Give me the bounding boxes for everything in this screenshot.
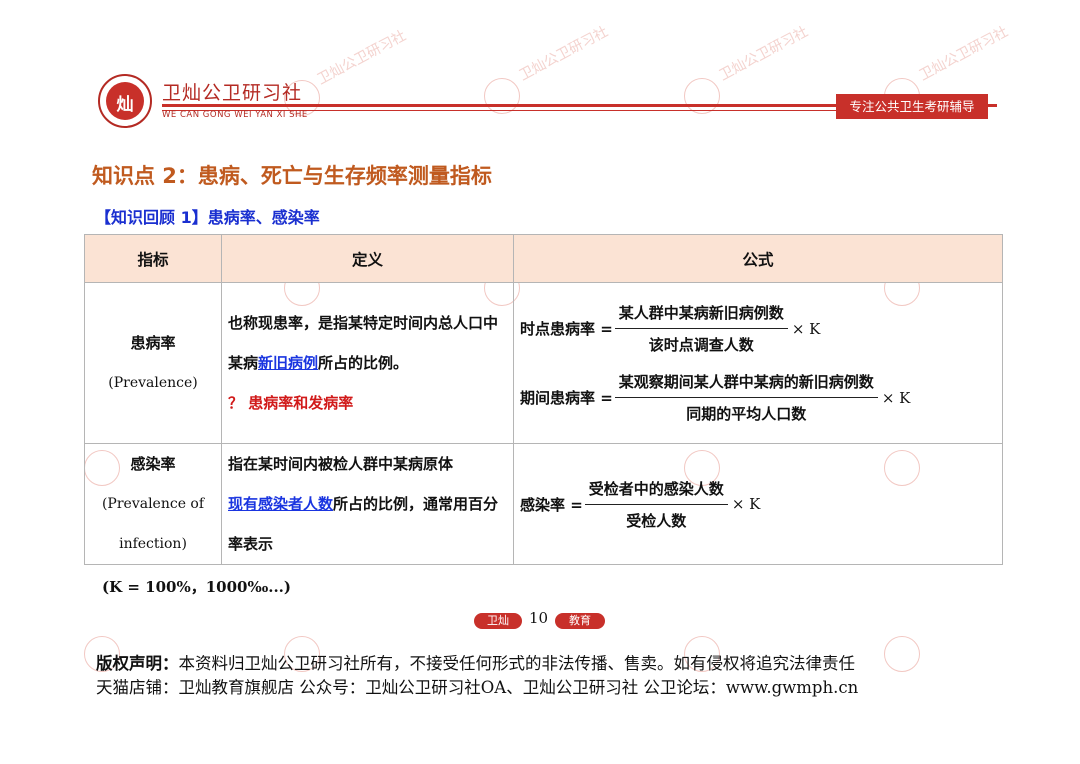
definition-text: 指在某时间内被检人群中某病原体 — [228, 455, 454, 473]
formula-label: 时点患病率 = — [520, 320, 613, 338]
formula-label: 感染率 = — [520, 495, 583, 514]
indicator-name: 感染率 — [130, 455, 176, 473]
watermark-text: 卫灿公卫研习社 — [716, 23, 811, 84]
multiplier: × K — [881, 388, 911, 407]
question-note: ？ 患病率和发病率 — [228, 394, 354, 412]
formula-label: 期间患病率 = — [520, 389, 613, 407]
indicator-name-en: (Prevalence of — [101, 496, 205, 512]
page-number: 10 — [528, 609, 549, 627]
fraction: 某观察期间某人群中某病的新旧病例数 同期的平均人口数 — [614, 371, 878, 424]
watermark-text: 卫灿公卫研习社 — [916, 23, 1011, 84]
table-row: 感染率 (Prevalence of infection) 指在某时间内被检人群… — [84, 443, 1003, 565]
definition-link[interactable]: 新旧病例 — [258, 354, 318, 372]
page-badge-right: 教育 — [555, 613, 605, 629]
indicator-name-en: infection) — [119, 536, 187, 552]
formula: 时点患病率 = 某人群中某病新旧病例数 该时点调查人数 × K — [520, 302, 1002, 355]
table-row: 患病率 (Prevalence) 也称现患率，是指某特定时间内总人口中某病新旧病… — [84, 282, 1003, 444]
indicator-cell: 患病率 (Prevalence) — [84, 282, 222, 444]
numerator: 受检者中的感染人数 — [584, 478, 728, 505]
contact-info: 天猫店铺：卫灿教育旗舰店 公众号：卫灿公卫研习社OA、卫灿公卫研习社 公卫论坛：… — [96, 678, 859, 697]
indicator-table: 指标 定义 公式 患病率 (Prevalence) 也称现患率，是指某特定时间内… — [84, 234, 1003, 565]
copyright-notice: 版权声明：本资料归卫灿公卫研习社所有，不接受任何形式的非法传播、售卖。如有侵权将… — [96, 650, 855, 674]
page-badge-left: 卫灿 — [474, 613, 522, 629]
formula-cell: 时点患病率 = 某人群中某病新旧病例数 该时点调查人数 × K 期间患病率 = … — [513, 282, 1003, 444]
section-title: 知识点 2：患病、死亡与生存频率测量指标 — [92, 164, 492, 188]
header-definition: 定义 — [221, 234, 514, 283]
review-title: 【知识回顾 1】患病率、感染率 — [95, 208, 320, 227]
watermark-logo — [884, 636, 920, 672]
header-indicator: 指标 — [84, 234, 222, 283]
watermark-logo — [484, 78, 520, 114]
brand-name-en: WE CAN GONG WEI YAN XI SHE — [162, 110, 308, 120]
fraction: 受检者中的感染人数 受检人数 — [584, 478, 728, 531]
logo-glyph: 灿 — [116, 95, 134, 115]
numerator: 某观察期间某人群中某病的新旧病例数 — [614, 371, 878, 398]
definition-cell: 指在某时间内被检人群中某病原体 现有感染者人数所占的比例，通常用百分率表示 — [221, 443, 514, 565]
brand-logo: 灿 — [98, 74, 152, 128]
header-tagline: 专注公共卫生考研辅导 — [836, 94, 988, 119]
k-note: (K = 100%，1000‰...) — [102, 578, 291, 596]
indicator-name: 患病率 — [130, 334, 176, 352]
numerator: 某人群中某病新旧病例数 — [614, 302, 788, 329]
formula: 感染率 = 受检者中的感染人数 受检人数 × K — [520, 478, 1002, 531]
denominator: 该时点调查人数 — [648, 336, 754, 354]
table-header-row: 指标 定义 公式 — [84, 234, 1003, 283]
formula: 期间患病率 = 某观察期间某人群中某病的新旧病例数 同期的平均人口数 × K — [520, 371, 1002, 424]
definition-link[interactable]: 现有感染者人数 — [228, 495, 333, 513]
copyright-text: 本资料归卫灿公卫研习社所有，不接受任何形式的非法传播、售卖。如有侵权将追究法律责… — [178, 654, 856, 673]
denominator: 受检人数 — [626, 511, 687, 530]
definition-cell: 也称现患率，是指某特定时间内总人口中某病新旧病例所占的比例。 ？ 患病率和发病率 — [221, 282, 514, 444]
watermark-text: 卫灿公卫研习社 — [314, 27, 409, 88]
copyright-label: 版权声明： — [96, 654, 179, 673]
watermark-logo — [684, 78, 720, 114]
multiplier: × K — [791, 319, 821, 338]
fraction: 某人群中某病新旧病例数 该时点调查人数 — [614, 302, 788, 355]
indicator-name-en: (Prevalence) — [108, 375, 198, 391]
formula-cell: 感染率 = 受检者中的感染人数 受检人数 × K — [513, 443, 1003, 565]
denominator: 同期的平均人口数 — [686, 405, 807, 423]
watermark-text: 卫灿公卫研习社 — [516, 23, 611, 84]
indicator-cell: 感染率 (Prevalence of infection) — [84, 443, 222, 565]
multiplier: × K — [731, 495, 761, 513]
brand-name: 卫灿公卫研习社 — [162, 82, 303, 104]
definition-text: 所占的比例。 — [318, 354, 409, 372]
header-formula: 公式 — [513, 234, 1003, 283]
